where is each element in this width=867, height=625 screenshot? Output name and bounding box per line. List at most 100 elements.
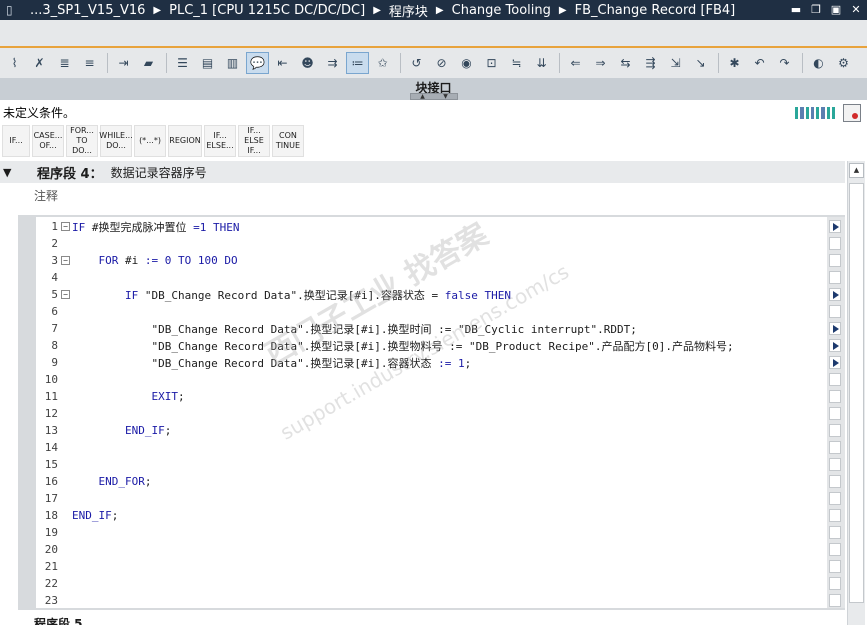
bookmark-prev-icon[interactable]: ↶ [748,52,771,74]
close-icon[interactable]: ✕ [849,2,863,16]
line-marker[interactable] [829,441,841,454]
line-marker[interactable] [829,492,841,505]
insert-row-icon[interactable]: ≣ [53,52,76,74]
network-overview-icon[interactable]: ▤ [196,52,219,74]
watch-icon[interactable]: ◉ [455,52,478,74]
code-line[interactable]: 10 [36,371,827,388]
line-marker[interactable] [829,407,841,420]
breadcrumb-item-group[interactable]: Change Tooling [452,3,551,18]
indent-icon[interactable]: ⇤ [271,52,294,74]
delete-network-icon[interactable]: ✗ [28,52,51,74]
line-marker-arrow-icon[interactable] [829,339,841,352]
scroll-up-icon[interactable]: ▲ [849,163,864,178]
download-icon[interactable]: ⇊ [530,52,553,74]
fold-toggle-icon[interactable]: − [61,290,70,299]
append-row-icon[interactable]: ≡ [78,52,101,74]
code-line[interactable]: 8 "DB_Change Record Data".换型记录[#i].换型物料号… [36,337,827,354]
line-marker[interactable] [829,543,841,556]
line-marker[interactable] [829,390,841,403]
breadcrumb-item-block[interactable]: FB_Change Record [FB4] [575,3,736,18]
scroll-thumb[interactable] [849,183,864,603]
insert-network-icon[interactable]: ⌇ [3,52,26,74]
breakpoint-toggle-icon[interactable] [843,104,861,122]
line-marker-arrow-icon[interactable] [829,322,841,335]
minimize-icon[interactable]: ▬ [789,2,803,16]
monitoring-icon[interactable]: ↺ [405,52,428,74]
palette-continue-button[interactable]: CON TINUE [272,125,304,157]
palette-for-button[interactable]: FOR... TO DO... [66,125,98,157]
palette-while-button[interactable]: WHILE... DO... [99,125,133,157]
code-line[interactable]: 9 "DB_Change Record Data".换型记录[#i].容器状态 … [36,354,827,371]
collapse-icon[interactable]: ▼ [3,166,17,179]
code-line[interactable]: 16 END_FOR; [36,473,827,490]
line-marker[interactable] [829,577,841,590]
network-comment[interactable]: 注释 [34,187,58,204]
palette-region-button[interactable]: REGION [168,125,202,157]
line-marker-arrow-icon[interactable] [829,288,841,301]
line-marker[interactable] [829,458,841,471]
goto-line-icon[interactable]: ↘ [689,52,712,74]
window-menu-icon[interactable]: ▯ [6,3,18,17]
code-line[interactable]: 14 [36,439,827,456]
line-marker[interactable] [829,254,841,267]
code-line[interactable]: 13 END_IF; [36,422,827,439]
maximize-icon[interactable]: ▣ [829,2,843,16]
palette-if-button[interactable]: IF... [2,125,30,157]
code-line[interactable]: 22 [36,575,827,592]
code-line[interactable]: 23 [36,592,827,609]
settings-icon[interactable]: ⚙ [832,52,855,74]
code-line[interactable]: 6 [36,303,827,320]
code-line[interactable]: 19 [36,524,827,541]
code-line[interactable]: 7 "DB_Change Record Data".换型记录[#i].换型时间 … [36,320,827,337]
line-marker[interactable] [829,373,841,386]
go-back-icon[interactable]: ⇆ [614,52,637,74]
stop-monitoring-icon[interactable]: ⊘ [430,52,453,74]
line-marker-arrow-icon[interactable] [829,220,841,233]
network-name[interactable]: 数据记录容器序号 [111,164,207,181]
bookmark-icon[interactable]: ✱ [723,52,746,74]
goto-icon[interactable]: ≒ [505,52,528,74]
fold-toggle-icon[interactable]: − [61,222,70,231]
favorites-icon[interactable]: ☻ [296,52,319,74]
list-icon[interactable]: ≔ [346,52,369,74]
palette-comment-button[interactable]: (*...*) [134,125,166,157]
fold-toggle-icon[interactable]: − [61,256,70,265]
code-line[interactable]: 1− IF #换型完成脉冲置位 =1 THEN [36,218,827,235]
splitter-handle[interactable]: ▲ ▼ [410,93,458,100]
code-line[interactable]: 17 [36,490,827,507]
code-line[interactable]: 18 END_IF; [36,507,827,524]
code-line[interactable]: 15 [36,456,827,473]
previous-error-icon[interactable]: ⇐ [564,52,587,74]
line-marker[interactable] [829,475,841,488]
star-icon[interactable]: ✩ [371,52,394,74]
breadcrumb-item-plc[interactable]: PLC_1 [CPU 1215C DC/DC/DC] [169,3,365,18]
line-marker-arrow-icon[interactable] [829,356,841,369]
line-marker[interactable] [829,509,841,522]
breadcrumb-item-project[interactable]: ...3_SP1_V15_V16 [30,3,145,18]
palette-if-elsif-button[interactable]: IF... ELSE IF... [238,125,270,157]
code-line[interactable]: 2 [36,235,827,252]
code-line[interactable]: 3− FOR #i := 0 TO 100 DO [36,252,827,269]
jump-icon[interactable]: ⇲ [664,52,687,74]
code-line[interactable]: 11 EXIT; [36,388,827,405]
open-all-networks-icon[interactable]: ⇥ [112,52,135,74]
network-comments-icon[interactable]: ▥ [221,52,244,74]
bookmark-next-icon[interactable]: ↷ [773,52,796,74]
line-marker[interactable] [829,237,841,250]
modify-value-icon[interactable]: ⊡ [480,52,503,74]
restore-icon[interactable]: ❐ [809,2,823,16]
line-marker[interactable] [829,424,841,437]
block-interface-header[interactable]: 块接口 ▲ ▼ [0,78,867,100]
line-marker[interactable] [829,526,841,539]
line-marker[interactable] [829,271,841,284]
breadcrumb-item-program-blocks[interactable]: 程序块 [389,1,428,20]
colors-icon[interactable]: ◐ [807,52,830,74]
close-all-networks-icon[interactable]: ▰ [137,52,160,74]
palette-case-button[interactable]: CASE... OF... [32,125,64,157]
palette-if-else-button[interactable]: IF... ELSE... [204,125,236,157]
code-line[interactable]: 4 [36,269,827,286]
vertical-scrollbar[interactable]: ▲ [847,161,865,625]
line-marker[interactable] [829,560,841,573]
code-line[interactable]: 21 [36,558,827,575]
code-line[interactable]: 12 [36,405,827,422]
